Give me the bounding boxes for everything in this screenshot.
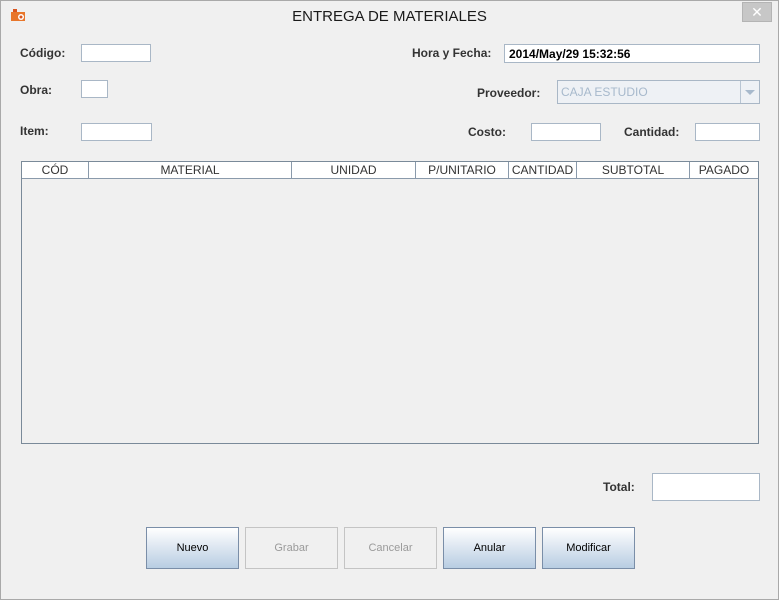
proveedor-combo[interactable]: CAJA ESTUDIO	[557, 80, 760, 104]
item-label: Item:	[20, 124, 49, 138]
title-bar: ENTREGA DE MATERIALES ✕	[1, 1, 778, 31]
total-field	[652, 473, 760, 501]
column-header-subtotal[interactable]: SUBTOTAL	[577, 162, 690, 178]
close-icon: ✕	[751, 3, 763, 20]
column-header-cod[interactable]: CÓD	[22, 162, 89, 178]
column-header-cantidad[interactable]: CANTIDAD	[509, 162, 577, 178]
costo-field[interactable]	[531, 123, 601, 141]
item-field[interactable]	[81, 123, 152, 141]
close-button[interactable]: ✕	[742, 2, 772, 22]
column-header-pagado[interactable]: PAGADO	[690, 162, 758, 178]
proveedor-label: Proveedor:	[477, 86, 541, 100]
nuevo-button[interactable]: Nuevo	[146, 527, 239, 569]
materials-table[interactable]: CÓD MATERIAL UNIDAD P/UNITARIO CANTIDAD …	[21, 161, 759, 444]
cantidad-field[interactable]	[695, 123, 760, 141]
main-window: ENTREGA DE MATERIALES ✕ Código: Obra: It…	[0, 0, 779, 600]
form-panel: Código: Obra: Item: Hora y Fecha: 2014/M…	[7, 31, 772, 595]
table-header: CÓD MATERIAL UNIDAD P/UNITARIO CANTIDAD …	[22, 162, 758, 179]
column-header-material[interactable]: MATERIAL	[89, 162, 292, 178]
column-header-unidad[interactable]: UNIDAD	[292, 162, 416, 178]
modificar-button[interactable]: Modificar	[542, 527, 635, 569]
anular-button[interactable]: Anular	[443, 527, 536, 569]
obra-label: Obra:	[20, 83, 53, 97]
grabar-button[interactable]: Grabar	[245, 527, 338, 569]
hora-fecha-field: 2014/May/29 15:32:56	[504, 44, 760, 63]
window-title: ENTREGA DE MATERIALES	[292, 8, 487, 25]
total-label: Total:	[603, 480, 635, 494]
codigo-field[interactable]	[81, 44, 151, 62]
costo-label: Costo:	[468, 125, 506, 139]
hora-fecha-label: Hora y Fecha:	[412, 46, 492, 60]
cantidad-label: Cantidad:	[624, 125, 680, 139]
obra-field[interactable]	[81, 80, 108, 98]
chevron-down-icon[interactable]	[740, 81, 759, 103]
codigo-label: Código:	[20, 46, 66, 60]
cancelar-button[interactable]: Cancelar	[344, 527, 437, 569]
column-header-punitario[interactable]: P/UNITARIO	[416, 162, 509, 178]
proveedor-selected: CAJA ESTUDIO	[561, 85, 648, 99]
